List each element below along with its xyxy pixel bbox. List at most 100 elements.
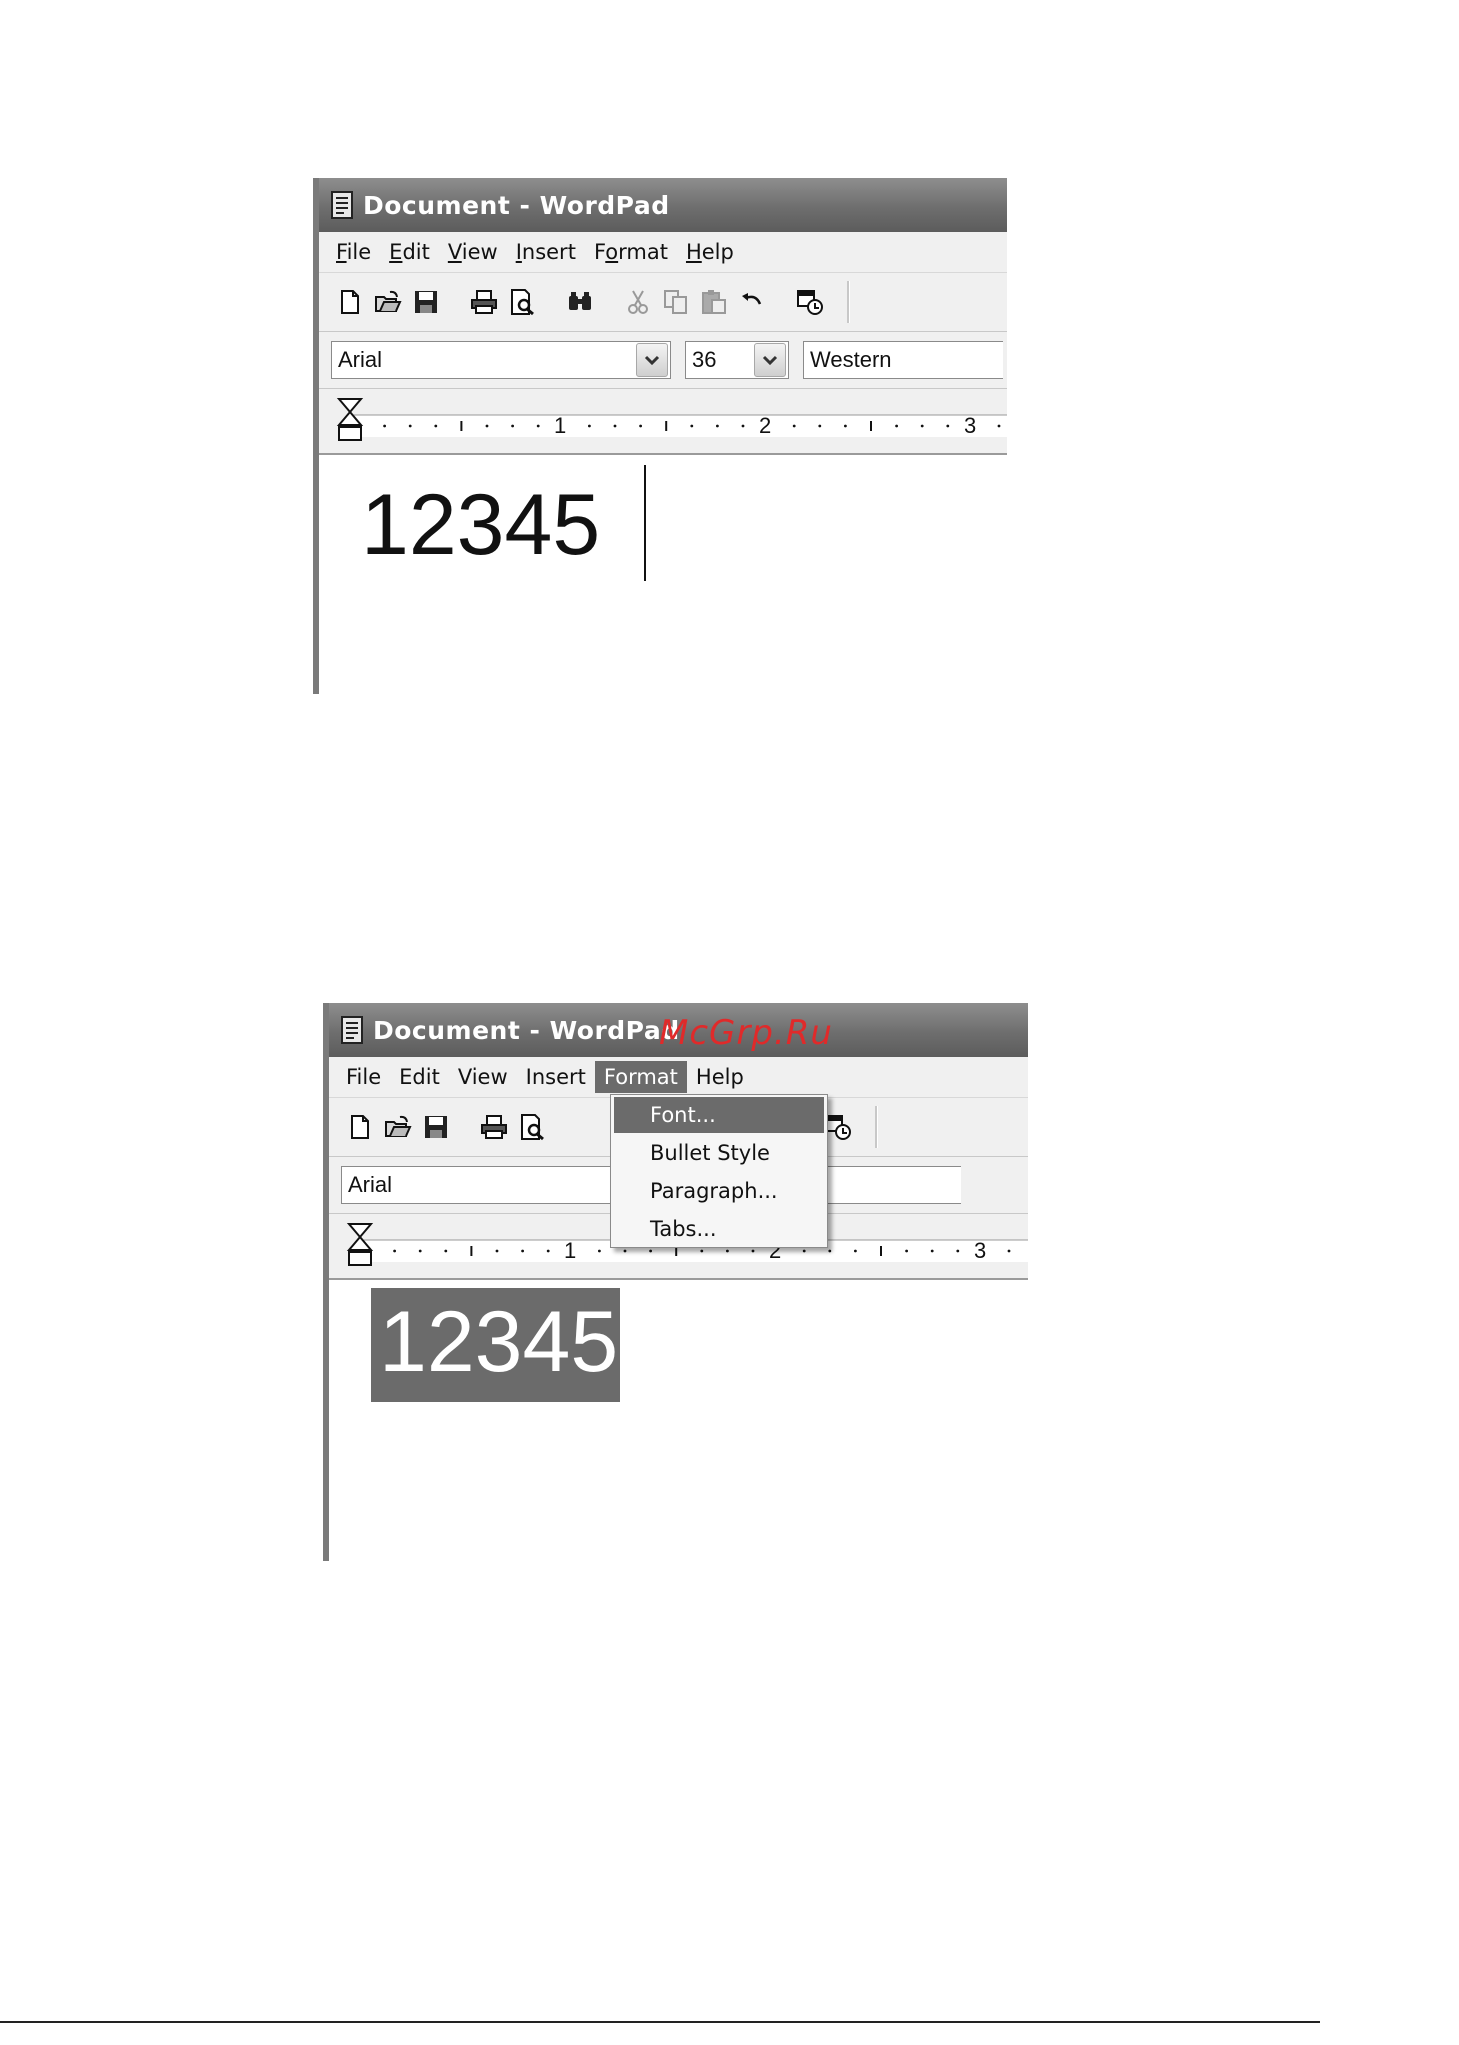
ruler-tick — [485, 424, 489, 428]
save-disk-icon[interactable] — [421, 1112, 451, 1142]
format-bar: Arial 36 Western — [319, 332, 1007, 389]
ruler-tick — [716, 424, 719, 428]
text-caret — [644, 465, 646, 581]
menu-view[interactable]: View — [439, 236, 507, 268]
menu-format[interactable]: Format — [594, 1061, 687, 1093]
ruler-tick — [956, 1249, 960, 1253]
menu-file[interactable]: File — [327, 236, 380, 268]
menu-item-paragraph[interactable]: Paragraph... — [614, 1173, 824, 1209]
ruler-tick — [588, 424, 591, 428]
save-disk-icon[interactable] — [411, 287, 441, 317]
insert-date-time-icon[interactable] — [795, 287, 825, 317]
open-folder-icon[interactable] — [373, 287, 403, 317]
document-area[interactable]: 12345 — [329, 1280, 1028, 1561]
text-selection[interactable]: 12345 — [371, 1288, 621, 1402]
standard-toolbar — [319, 273, 1007, 332]
ruler-tick — [844, 424, 847, 428]
ruler-tick — [393, 1249, 396, 1253]
wordpad-document-icon — [331, 191, 353, 219]
format-dropdown-menu: Font... Bullet Style Paragraph... Tabs..… — [610, 1094, 828, 1248]
window-title: Document - WordPad — [363, 190, 670, 220]
wordpad-document-icon — [341, 1016, 363, 1044]
ruler-svg: 1 2 3 — [336, 398, 1007, 441]
script-value: Western — [810, 347, 892, 372]
menu-file[interactable]: File — [337, 1061, 390, 1093]
ruler-tick — [408, 424, 412, 428]
font-name-value: Arial — [338, 347, 383, 372]
ruler-tick — [536, 424, 540, 428]
ruler-label-1: 1 — [564, 1238, 576, 1263]
selected-document-text[interactable]: 12345 — [371, 1288, 621, 1402]
menu-item-tabs[interactable]: Tabs... — [614, 1211, 824, 1247]
ruler-tick — [521, 1249, 524, 1253]
ruler-tick — [434, 424, 438, 428]
menu-insert[interactable]: Insert — [517, 1061, 595, 1093]
toolbar-separator — [875, 1106, 878, 1148]
paste-icon[interactable] — [699, 287, 729, 317]
ruler-label-3: 3 — [964, 413, 976, 438]
cut-scissors-icon[interactable] — [623, 287, 653, 317]
ruler-tick — [598, 1249, 601, 1253]
new-document-icon[interactable] — [345, 1112, 375, 1142]
title-bar[interactable]: Document - WordPad McGrp.Ru — [329, 1003, 1028, 1057]
menu-view[interactable]: View — [449, 1061, 517, 1093]
menu-help[interactable]: Help — [677, 236, 743, 268]
menu-item-bullet-style[interactable]: Bullet Style — [614, 1135, 824, 1171]
ruler-tick — [649, 1249, 652, 1253]
ruler-tick — [383, 424, 386, 428]
chevron-down-icon[interactable] — [636, 343, 668, 377]
print-preview-icon[interactable] — [517, 1112, 547, 1142]
copy-icon[interactable] — [661, 287, 691, 317]
find-binoculars-icon[interactable] — [565, 287, 595, 317]
font-name-value: Arial — [348, 1172, 393, 1197]
ruler-tick — [854, 1249, 857, 1253]
ruler-label-2: 2 — [759, 413, 771, 438]
menu-help[interactable]: Help — [687, 1061, 753, 1093]
print-icon[interactable] — [469, 287, 499, 317]
ruler-tick — [444, 1249, 448, 1253]
open-folder-icon[interactable] — [383, 1112, 413, 1142]
ruler-tick — [623, 1249, 627, 1253]
ruler-tick — [828, 1249, 832, 1253]
ruler-tick — [690, 424, 694, 428]
menu-format[interactable]: Format — [585, 236, 677, 268]
ruler-tick — [946, 424, 950, 428]
title-bar[interactable]: Document - WordPad — [319, 178, 1007, 232]
ruler-tick — [905, 1249, 908, 1253]
ruler[interactable]: 1 2 3 — [319, 389, 1007, 455]
new-document-icon[interactable] — [335, 287, 365, 317]
ruler-tick — [997, 424, 1001, 428]
ruler-tick — [1007, 1249, 1011, 1253]
ruler-tick — [895, 424, 898, 428]
wordpad-window-1: Document - WordPad File Edit View Insert… — [313, 178, 1007, 694]
menu-bar: File Edit View Insert Format Help — [329, 1057, 1028, 1098]
document-area[interactable]: 12345 — [319, 455, 1007, 694]
ruler-tick — [546, 1249, 550, 1253]
ruler-label-3: 3 — [974, 1238, 986, 1263]
ruler-tick — [418, 1249, 422, 1253]
script-combo[interactable]: Western — [803, 341, 1003, 379]
ruler-tick — [818, 424, 822, 428]
window-title: Document - WordPad — [373, 1015, 680, 1045]
menu-bar: File Edit View Insert Format Help — [319, 232, 1007, 273]
ruler-tick — [930, 1249, 934, 1253]
ruler-label-1: 1 — [554, 413, 566, 438]
print-preview-icon[interactable] — [507, 287, 537, 317]
chevron-down-icon[interactable] — [754, 343, 786, 377]
font-size-combo[interactable]: 36 — [685, 341, 789, 379]
ruler-tick — [726, 1249, 729, 1253]
font-name-combo[interactable]: Arial — [331, 341, 671, 379]
ruler-tick — [792, 424, 796, 428]
menu-item-font[interactable]: Font... — [614, 1097, 824, 1133]
print-icon[interactable] — [479, 1112, 509, 1142]
toolbar-separator — [847, 281, 850, 323]
menu-edit[interactable]: Edit — [390, 1061, 449, 1093]
ruler-tick — [639, 424, 642, 428]
font-size-value: 36 — [692, 347, 717, 372]
undo-icon[interactable] — [737, 287, 767, 317]
document-text[interactable]: 12345 — [361, 475, 600, 575]
menu-insert[interactable]: Insert — [507, 236, 585, 268]
ruler-tick — [920, 424, 924, 428]
font-name-combo[interactable]: Arial — [341, 1166, 631, 1204]
menu-edit[interactable]: Edit — [380, 236, 439, 268]
